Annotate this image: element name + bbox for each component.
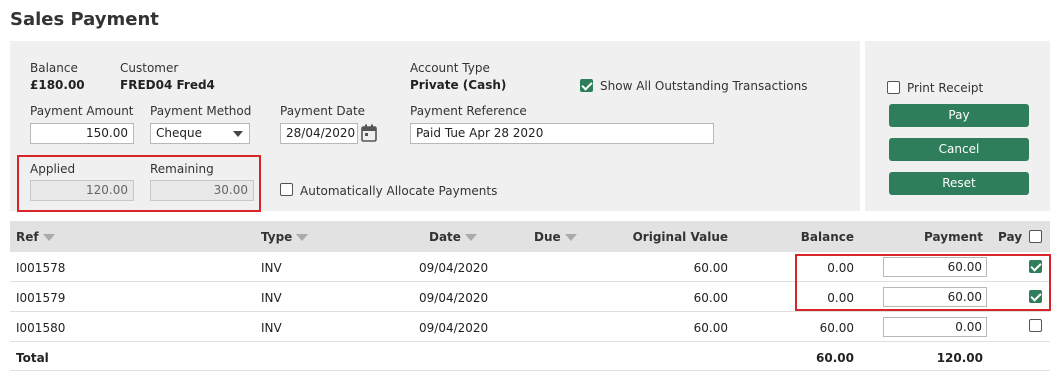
payment-method-label: Payment Method bbox=[150, 104, 252, 118]
account-type-label: Account Type bbox=[410, 61, 490, 75]
show-all-label: Show All Outstanding Transactions bbox=[600, 79, 808, 93]
payment-date-input[interactable]: 28/04/2020 bbox=[280, 123, 358, 144]
payment-input[interactable]: 0.00 bbox=[883, 317, 987, 337]
cell-original-value: 60.00 bbox=[693, 291, 728, 305]
print-receipt-label: Print Receipt bbox=[907, 81, 984, 95]
total-label: Total bbox=[16, 351, 49, 365]
cell-date: 09/04/2020 bbox=[419, 291, 489, 305]
balance-value: £180.00 bbox=[30, 78, 85, 92]
payment-reference-label: Payment Reference bbox=[410, 104, 527, 118]
column-header-date[interactable]: Date bbox=[429, 230, 477, 244]
cell-ref: I001580 bbox=[16, 321, 66, 335]
reset-button[interactable]: Reset bbox=[889, 172, 1029, 195]
chevron-down-icon bbox=[233, 131, 243, 137]
column-header-ref[interactable]: Ref bbox=[16, 230, 55, 244]
total-balance: 60.00 bbox=[816, 351, 854, 365]
sort-arrow-icon bbox=[464, 234, 477, 241]
pay-checkbox[interactable] bbox=[1029, 319, 1042, 332]
payment-date-label: Payment Date bbox=[280, 104, 366, 118]
actions-panel: Print Receipt Pay Cancel Reset bbox=[865, 41, 1050, 211]
cell-ref: I001578 bbox=[16, 261, 66, 275]
applied-remaining-highlight bbox=[17, 155, 261, 212]
payment-amount-label: Payment Amount bbox=[30, 104, 134, 118]
table-header: Ref Type Date Due Original Value Balance… bbox=[10, 221, 1050, 252]
cell-type: INV bbox=[261, 321, 282, 335]
payment-method-select[interactable]: Cheque bbox=[150, 123, 250, 144]
cell-date: 09/04/2020 bbox=[419, 321, 489, 335]
calendar-icon[interactable] bbox=[361, 124, 377, 142]
cell-date: 09/04/2020 bbox=[419, 261, 489, 275]
sort-arrow-icon bbox=[564, 234, 577, 241]
paid-rows-highlight bbox=[795, 254, 1051, 311]
table-row: I001580 INV 09/04/2020 60.00 60.00 0.00 bbox=[10, 312, 1050, 342]
table-total-row: Total 60.00 120.00 bbox=[10, 342, 1050, 371]
auto-allocate-checkbox[interactable] bbox=[280, 183, 293, 196]
cell-ref: I001579 bbox=[16, 291, 66, 305]
sort-arrow-icon bbox=[296, 234, 309, 241]
column-header-payment: Payment bbox=[924, 230, 983, 244]
payment-reference-input[interactable]: Paid Tue Apr 28 2020 bbox=[410, 123, 714, 144]
balance-label: Balance bbox=[30, 61, 78, 75]
page-title: Sales Payment bbox=[10, 9, 159, 30]
pay-all-checkbox[interactable] bbox=[1029, 230, 1042, 243]
cell-type: INV bbox=[261, 261, 282, 275]
column-header-balance: Balance bbox=[800, 230, 854, 244]
column-header-original-value: Original Value bbox=[632, 230, 728, 244]
account-type-value: Private (Cash) bbox=[410, 78, 507, 92]
print-receipt-checkbox[interactable] bbox=[887, 81, 900, 94]
customer-label: Customer bbox=[120, 61, 179, 75]
payment-method-value: Cheque bbox=[156, 126, 202, 140]
show-all-checkbox[interactable] bbox=[580, 79, 593, 92]
cancel-button[interactable]: Cancel bbox=[889, 138, 1029, 161]
payment-amount-input[interactable]: 150.00 bbox=[30, 123, 134, 144]
cell-original-value: 60.00 bbox=[693, 261, 728, 275]
sort-arrow-icon bbox=[42, 234, 55, 241]
cell-balance: 60.00 bbox=[819, 321, 854, 335]
column-header-due[interactable]: Due bbox=[534, 230, 577, 244]
total-payment: 120.00 bbox=[936, 351, 983, 365]
customer-value: FRED04 Fred4 bbox=[120, 78, 215, 92]
auto-allocate-label: Automatically Allocate Payments bbox=[300, 184, 498, 198]
cell-original-value: 60.00 bbox=[693, 321, 728, 335]
column-header-type[interactable]: Type bbox=[261, 230, 309, 244]
cell-type: INV bbox=[261, 291, 282, 305]
column-header-pay: Pay bbox=[998, 230, 1023, 244]
pay-button[interactable]: Pay bbox=[889, 104, 1029, 127]
